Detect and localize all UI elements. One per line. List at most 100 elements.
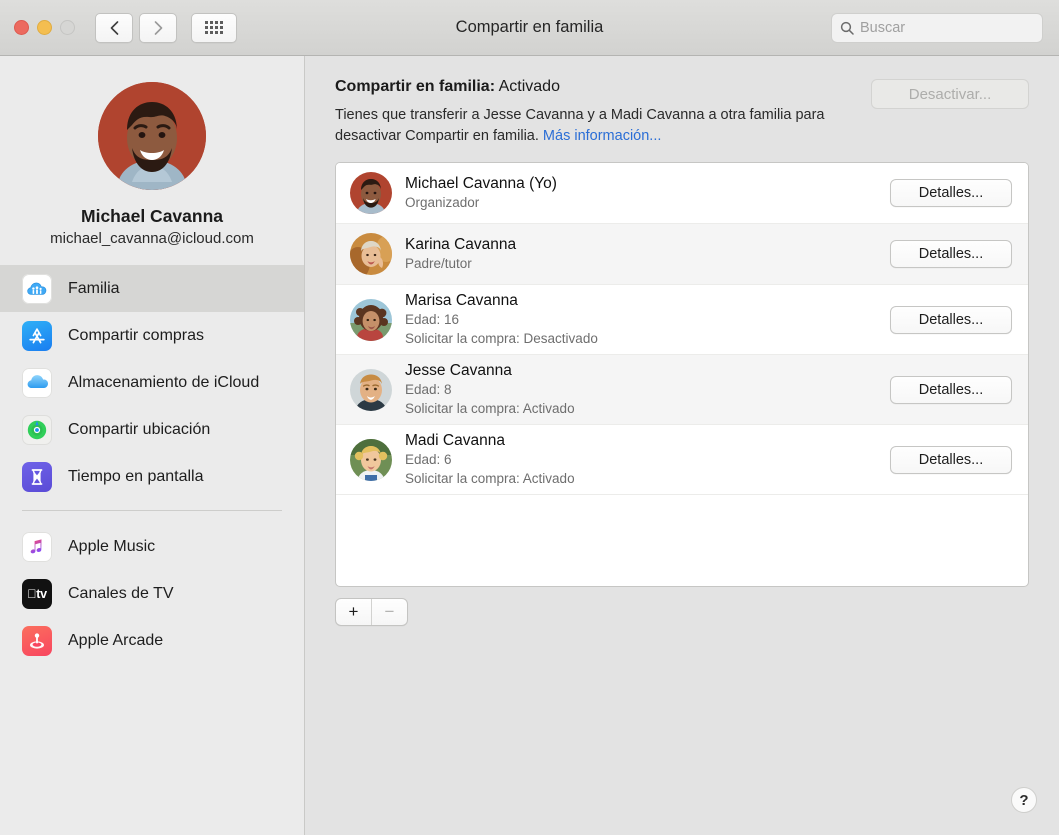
sidebar-item-compartir-ubicacion[interactable]: Compartir ubicación [0,406,304,453]
sidebar-item-label: Compartir compras [68,326,205,344]
grid-icon [205,21,223,34]
sidebar-item-label: Almacenamiento de iCloud [68,373,260,391]
details-button[interactable]: Detalles... [890,375,1012,404]
member-text: Marisa Cavanna Edad: 16 Solicitar la com… [405,291,890,348]
avatar-madi-image [350,438,392,481]
description: Tienes que transferir a Jesse Cavanna y … [335,105,871,146]
minimize-button[interactable] [37,20,52,35]
sidebar-item-label: Compartir ubicación [68,420,211,438]
family-members-list: Michael Cavanna (Yo) Organizador Detalle… [335,162,1029,588]
member-text: Jesse Cavanna Edad: 8 Solicitar la compr… [405,361,890,418]
chevron-left-icon [110,20,119,35]
member-role: Organizador [405,194,480,210]
avatar [350,298,392,341]
search-field[interactable] [831,13,1043,43]
profile-email: michael_cavanna@icloud.com [50,230,254,247]
member-age: Edad: 6 [405,452,452,468]
table-row[interactable]: Marisa Cavanna Edad: 16 Solicitar la com… [336,285,1028,356]
sidebar-item-label: Familia [68,279,120,297]
close-button[interactable] [14,20,29,35]
member-name: Michael Cavanna (Yo) [405,174,557,192]
sidebar-item-compartir-compras[interactable]: Compartir compras [0,312,304,359]
search-icon [840,21,854,35]
sidebar-item-apple-arcade[interactable]: Apple Arcade [0,617,304,664]
navigation-buttons [95,12,177,43]
screen-time-icon [22,461,52,492]
member-purchase-request: Solicitar la compra: Activado [405,400,575,416]
member-text: Michael Cavanna (Yo) Organizador [405,174,890,213]
avatar [350,172,392,215]
details-button[interactable]: Detalles... [890,305,1012,334]
sidebar-divider [22,510,282,511]
profile-name: Michael Cavanna [81,206,223,226]
sidebar-item-canales-de-tv[interactable]: tv Canales de TV [0,570,304,617]
avatar-jesse-image [350,368,392,411]
member-role: Padre/tutor [405,255,472,271]
sidebar-nav-primary: Familia Compartir compras Almacenamiento… [0,265,304,664]
details-button[interactable]: Detalles... [890,445,1012,474]
sidebar-item-label: Canales de TV [68,584,174,602]
avatar [350,233,392,276]
sidebar-item-tiempo-en-pantalla[interactable]: Tiempo en pantalla [0,453,304,500]
details-button[interactable]: Detalles... [890,240,1012,269]
sidebar: Michael Cavanna michael_cavanna@icloud.c… [0,56,305,835]
sidebar-item-label: Apple Arcade [68,631,164,649]
traffic-lights [14,20,75,35]
add-member-button[interactable]: + [336,599,371,625]
apple-arcade-icon [22,625,52,656]
member-age: Edad: 16 [405,312,460,328]
member-name: Jesse Cavanna [405,361,512,379]
table-row[interactable]: Karina Cavanna Padre/tutor Detalles... [336,224,1028,286]
avatar [98,82,206,190]
chevron-right-icon [154,20,163,35]
add-remove-controls: + − [335,598,1029,627]
apple-tv-icon: tv [22,578,52,609]
find-my-icon [22,414,52,445]
icloud-icon [22,367,52,398]
header-text-block: Compartir en familia: Activado Tienes qu… [335,78,871,146]
avatar-karina-image [350,233,392,276]
member-name: Marisa Cavanna [405,291,518,309]
apple-tv-wordmark: tv [27,586,47,601]
account-profile[interactable]: Michael Cavanna michael_cavanna@icloud.c… [0,56,304,265]
member-age: Edad: 8 [405,382,452,398]
member-text: Karina Cavanna Padre/tutor [405,235,890,274]
help-button[interactable]: ? [1011,787,1037,813]
member-name: Madi Cavanna [405,431,505,449]
more-info-link[interactable]: Más información... [543,128,661,144]
sidebar-item-apple-music[interactable]: Apple Music [0,523,304,570]
member-text: Madi Cavanna Edad: 6 Solicitar la compra… [405,431,890,488]
sidebar-item-label: Tiempo en pantalla [68,467,204,485]
sidebar-item-label: Apple Music [68,537,156,555]
family-icon [22,273,52,304]
zoom-button [60,20,75,35]
table-row[interactable]: Michael Cavanna (Yo) Organizador Detalle… [336,163,1028,225]
member-name: Karina Cavanna [405,235,517,253]
member-purchase-request: Solicitar la compra: Activado [405,470,575,486]
status-value: Activado [498,78,560,95]
forward-button[interactable] [139,12,177,43]
back-button[interactable] [95,12,133,43]
member-purchase-request: Solicitar la compra: Desactivado [405,330,598,346]
table-row[interactable]: Jesse Cavanna Edad: 8 Solicitar la compr… [336,355,1028,426]
turn-off-button: Desactivar... [871,79,1029,109]
status-line: Compartir en familia: Activado [335,78,871,96]
sidebar-item-almacenamiento-icloud[interactable]: Almacenamiento de iCloud [0,359,304,406]
remove-member-button: − [384,602,395,622]
family-sharing-window: Compartir en familia Buscar Michael Cava… [0,0,1059,835]
main-content: Compartir en familia: Activado Tienes qu… [305,56,1059,835]
search-input[interactable] [860,20,1034,36]
avatar [350,438,392,481]
avatar-marisa-image [350,298,392,341]
status-label: Compartir en familia: [335,78,496,95]
sidebar-item-familia[interactable]: Familia [0,265,304,312]
window-body: Michael Cavanna michael_cavanna@icloud.c… [0,56,1059,835]
app-store-icon [22,320,52,351]
main-header: Compartir en familia: Activado Tienes qu… [335,78,1029,146]
avatar [350,368,392,411]
details-button[interactable]: Detalles... [890,179,1012,208]
show-all-button[interactable] [191,12,237,43]
table-row[interactable]: Madi Cavanna Edad: 6 Solicitar la compra… [336,425,1028,496]
window-titlebar: Compartir en familia [0,0,1059,56]
apple-music-icon [22,531,52,562]
